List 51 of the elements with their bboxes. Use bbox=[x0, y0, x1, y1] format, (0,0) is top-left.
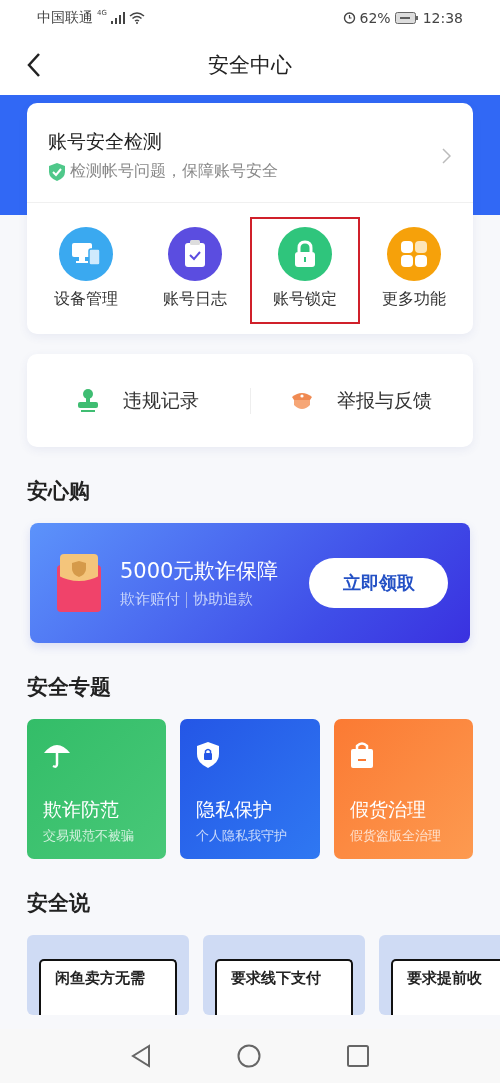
home-nav-icon[interactable] bbox=[237, 1044, 261, 1068]
story-card[interactable]: 闲鱼卖方无需 bbox=[27, 935, 189, 1015]
chevron-right-icon bbox=[442, 147, 451, 164]
back-icon[interactable] bbox=[26, 52, 42, 78]
section-heading: 安全说 bbox=[27, 890, 91, 917]
shortcut-item[interactable]: 设备管理 bbox=[31, 217, 141, 324]
shield-check-icon bbox=[48, 161, 66, 182]
topic-title: 隐私保护 bbox=[196, 797, 274, 822]
shield-lock-icon bbox=[196, 741, 221, 769]
wifi-icon bbox=[128, 11, 145, 24]
section-heading: 安全专题 bbox=[27, 674, 112, 701]
claim-button[interactable]: 立即领取 bbox=[309, 558, 448, 608]
quick-link[interactable]: 违规记录 bbox=[27, 387, 250, 414]
story-title: 要求线下支付 bbox=[231, 969, 321, 987]
recents-nav-icon[interactable] bbox=[347, 1045, 369, 1067]
envelope-icon bbox=[56, 553, 102, 613]
story-card[interactable]: 要求提前收 bbox=[379, 935, 500, 1015]
story-card[interactable]: 要求线下支付 bbox=[203, 935, 365, 1015]
clipboard-check-icon bbox=[184, 240, 207, 268]
devices-icon bbox=[70, 241, 101, 267]
security-check-row[interactable]: 账号安全检测 检测帐号问题，保障账号安全 bbox=[27, 103, 473, 203]
back-nav-icon[interactable] bbox=[131, 1044, 151, 1068]
shopping-bag-icon bbox=[349, 741, 374, 769]
shortcut-item[interactable]: 更多功能 bbox=[359, 217, 469, 324]
clock-time: 12:38 bbox=[422, 9, 463, 26]
banner-subtitle: 欺诈赔付 bbox=[120, 590, 180, 609]
section-heading: 安心购 bbox=[27, 478, 91, 505]
topic-subtitle: 交易规范不被骗 bbox=[43, 828, 135, 845]
check-title: 账号安全检测 bbox=[48, 129, 163, 154]
battery-percent: 62% bbox=[359, 9, 391, 26]
shortcut-item[interactable]: 账号锁定 bbox=[250, 217, 360, 324]
topic-card[interactable]: 隐私保护 个人隐私我守护 bbox=[180, 719, 320, 859]
stamp-icon bbox=[77, 388, 100, 413]
lock-icon bbox=[292, 240, 317, 268]
banner-title: 5000元欺诈保障 bbox=[120, 558, 280, 585]
shortcut-item[interactable]: 账号日志 bbox=[140, 217, 250, 324]
grid-icon bbox=[401, 241, 428, 267]
story-title: 要求提前收 bbox=[407, 969, 482, 987]
topic-subtitle: 假货盗版全治理 bbox=[349, 828, 442, 845]
battery-icon bbox=[394, 11, 419, 24]
carrier-label: 中国联通 bbox=[37, 8, 93, 27]
topic-title: 欺诈防范 bbox=[43, 797, 120, 822]
page-title: 安全中心 bbox=[208, 52, 292, 79]
topic-subtitle: 个人隐私我守护 bbox=[196, 828, 289, 845]
story-title: 闲鱼卖方无需 bbox=[55, 969, 145, 987]
banner-subtitle: 协助追款 bbox=[193, 590, 253, 609]
alarm-icon bbox=[342, 11, 356, 24]
check-subtitle: 检测帐号问题，保障账号安全 bbox=[70, 161, 278, 182]
quick-link[interactable]: 举报与反馈 bbox=[250, 387, 473, 414]
topic-title: 假货治理 bbox=[349, 797, 427, 822]
signal-icon bbox=[110, 11, 125, 24]
